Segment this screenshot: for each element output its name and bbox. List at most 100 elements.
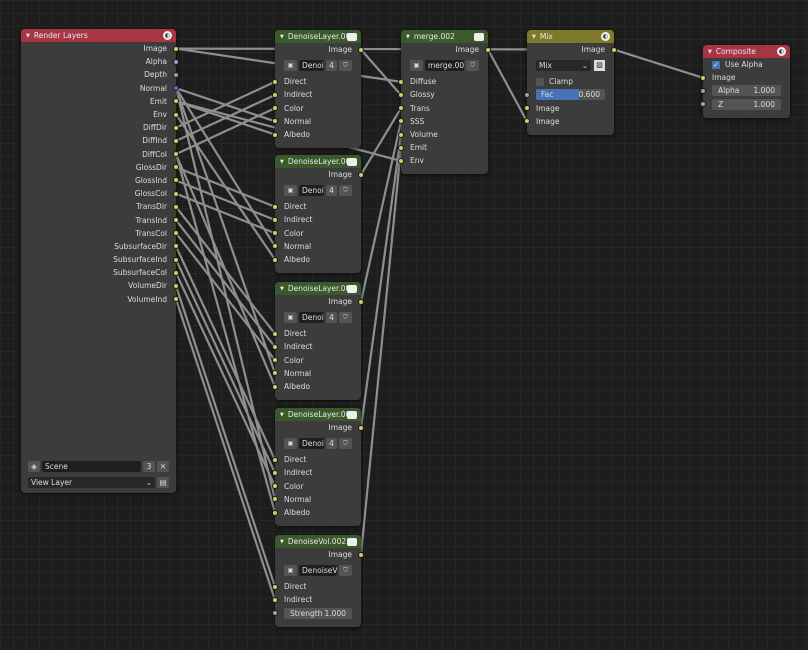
output-socket-transind[interactable] [173,217,179,224]
output-socket-image[interactable] [358,46,364,53]
group-datablock[interactable]: ▣Denois4⛉ [284,438,352,450]
fake-user-shield-icon[interactable]: ⛉ [339,565,352,577]
output-socket-image[interactable] [358,298,364,305]
node-denoiselayer-002[interactable]: ▼DenoiseLayer.002 Image ▣Denois4⛉ Direct Ind… [272,408,364,526]
input-socket-direct[interactable] [272,203,278,210]
input-socket-trans[interactable] [398,105,404,112]
group-users-count[interactable]: 4 [326,438,337,450]
input-socket-emit[interactable] [398,144,404,151]
node-header[interactable]: ▼ DenoiseLayer.002 [275,408,361,421]
input-socket-direct[interactable] [272,78,278,85]
use-alpha-toggle-icon[interactable]: ▨ [594,60,605,72]
group-datablock[interactable]: ▣Denois4⛉ [284,312,352,324]
group-name[interactable]: Denois [299,438,324,450]
node-header[interactable]: ▼ Composite ◐ [703,45,790,58]
input-socket-normal[interactable] [272,496,278,503]
group-users-count[interactable]: 4 [326,60,337,72]
node-header[interactable]: ▼ Mix ◐ [527,30,614,43]
node-denoiselayer-002[interactable]: ▼DenoiseLayer.002 Image ▣Denois4⛉ Direct Ind… [272,155,364,273]
input-socket-image[interactable] [700,74,706,81]
fac-slider[interactable]: Fac 0.600 [536,89,605,101]
group-datablock[interactable]: ▣DenoiseV...⛉ [284,565,352,577]
collapse-triangle-icon[interactable]: ▼ [280,286,284,292]
input-socket-fac[interactable] [524,91,530,98]
input-socket-normal[interactable] [272,118,278,125]
fake-user-shield-icon[interactable]: ⛉ [339,185,352,197]
checkbox-checked-icon[interactable]: ✓ [712,60,720,69]
group-name[interactable]: DenoiseV... [299,565,337,577]
collapse-triangle-icon[interactable]: ▼ [406,34,410,40]
node-group-selector[interactable]: ▣Denois4⛉ [275,56,361,75]
input-socket-direct[interactable] [272,583,278,590]
input-socket-normal[interactable] [272,370,278,377]
input-socket-sss[interactable] [398,118,404,125]
unlink-x-icon[interactable]: ✕ [157,461,169,472]
checkbox-icon[interactable] [536,77,544,86]
z-field[interactable]: Z 1.000 [712,98,781,110]
output-socket-glosscol[interactable] [173,190,179,197]
input-socket-indirect[interactable] [272,469,278,476]
output-socket-env[interactable] [173,111,179,118]
input-socket-color[interactable] [272,357,278,364]
output-socket-diffdir[interactable] [173,124,179,131]
fake-user-shield-icon[interactable]: ⛉ [339,438,352,450]
node-tree-browse-icon[interactable]: ▣ [284,565,297,577]
fake-user-shield-icon[interactable]: ⛉ [339,312,352,324]
node-header[interactable]: ▼ DenoiseLayer.002 [275,155,361,168]
node-tree-browse-icon[interactable]: ▣ [284,185,297,197]
output-socket-transdir[interactable] [173,203,179,210]
node-header[interactable]: ▼ DenoiseVol.002 [275,535,361,548]
input-socket-volume[interactable] [398,131,404,138]
group-datablock[interactable]: ▣Denois4⛉ [284,185,352,197]
output-socket-volumedir[interactable] [173,282,179,289]
scene-browse-icon[interactable]: ◈ [28,461,40,472]
input-socket-glossy[interactable] [398,91,404,98]
group-name[interactable]: merge.002 [425,60,464,72]
node-denoisevol-002[interactable]: ▼DenoiseVol.002 Image ▣DenoiseV...⛉ Direct I… [272,535,364,627]
output-socket-image[interactable] [358,171,364,178]
collapse-triangle-icon[interactable]: ▼ [280,539,284,545]
input-socket-image[interactable] [524,118,530,125]
group-name[interactable]: Denois [299,312,324,324]
input-socket-color[interactable] [272,483,278,490]
group-datablock[interactable]: ▣Denois4⛉ [284,60,352,72]
input-socket-indirect[interactable] [272,91,278,98]
input-socket-albedo[interactable] [272,383,278,390]
collapse-triangle-icon[interactable]: ▼ [280,412,284,418]
node-mix[interactable]: ▼ Mix ◐ Image Mix ⌄ ▨ Clamp Fac 0.600 Image Image [524,30,617,135]
input-socket-z[interactable] [700,101,706,108]
group-name[interactable]: Denois [299,185,324,197]
output-socket-depth[interactable] [173,71,179,78]
output-socket-alpha[interactable] [173,58,179,65]
collapse-triangle-icon[interactable]: ▼ [532,34,536,40]
blend-mode-dropdown[interactable]: Mix ⌄ ▨ [536,60,605,72]
input-socket-color[interactable] [272,230,278,237]
input-socket-indirect[interactable] [272,596,278,603]
fake-user-shield-icon[interactable]: ⛉ [466,60,479,72]
node-merge-002[interactable]: ▼merge.002Image▣merge.002⛉DiffuseGlossyT… [398,30,491,174]
node-composite[interactable]: ▼ Composite ◐ ✓ Use Alpha Image Alpha 1.000 Z 1.0… [700,45,790,118]
blend-mode-select[interactable]: Mix ⌄ [536,60,591,72]
render-layer-icon[interactable]: ▤ [157,477,169,488]
node-header[interactable]: ▼ Render Layers ◐ [21,29,176,42]
output-socket-image[interactable] [173,45,179,52]
alpha-field[interactable]: Alpha 1.000 [712,85,781,97]
node-denoiselayer-002[interactable]: ▼DenoiseLayer.002 Image ▣Denois4⛉ Direct Ind… [272,30,364,148]
node-tree-browse-icon[interactable]: ▣ [284,60,297,72]
scene-users-count[interactable]: 3 [143,461,155,472]
scene-selector[interactable]: ◈ Scene 3 ✕ [28,461,169,472]
input-socket-albedo[interactable] [272,509,278,516]
collapse-triangle-icon[interactable]: ▼ [280,34,284,40]
input-socket-normal[interactable] [272,243,278,250]
input-socket-env[interactable] [398,157,404,164]
input-socket-strength[interactable] [272,610,278,617]
input-socket-alpha[interactable] [700,87,706,94]
collapse-triangle-icon[interactable]: ▼ [708,49,712,55]
clamp-checkbox[interactable]: Clamp [536,77,573,86]
output-socket-diffind[interactable] [173,137,179,144]
node-group-selector[interactable]: ▣Denois4⛉ [275,181,361,200]
node-group-selector[interactable]: ▣Denois4⛉ [275,434,361,453]
input-socket-albedo[interactable] [272,256,278,263]
group-users-count[interactable]: 4 [326,312,337,324]
node-render-layers[interactable]: ▼ Render Layers ◐ Image Alpha Depth Normal Emit… [21,29,179,493]
